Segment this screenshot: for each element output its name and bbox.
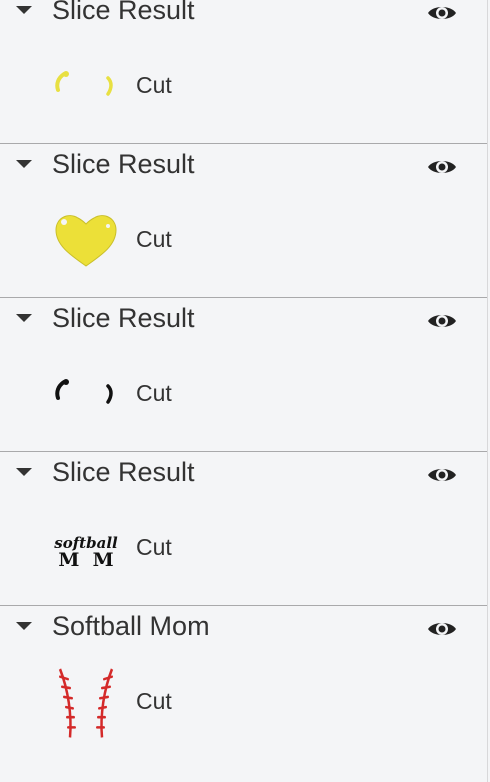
group-title: Softball Mom <box>52 611 210 641</box>
layer-label: Cut <box>136 226 172 252</box>
caret-down-icon[interactable] <box>16 314 32 322</box>
layer-group-2: Slice Result Cut <box>0 144 487 298</box>
layer-row[interactable]: Cut <box>0 210 487 270</box>
layer-label: Cut <box>136 688 172 714</box>
group-title: Slice Result <box>52 0 195 25</box>
layer-row[interactable]: Cut <box>0 668 487 738</box>
group-title: Slice Result <box>52 457 195 487</box>
softball-mom-thumbnail: softball M M <box>54 534 118 571</box>
group-header[interactable]: Slice Result <box>0 298 487 342</box>
layer-label: Cut <box>136 380 172 406</box>
layer-group-1: Slice Result Cut <box>0 0 487 144</box>
yellow-stitches-thumbnail <box>55 71 113 96</box>
group-title: Slice Result <box>52 303 195 333</box>
layers-panel: Slice Result Cut Slice Result Cut Slice … <box>0 0 488 782</box>
layer-label: Cut <box>136 72 172 98</box>
black-stitches-thumbnail <box>55 379 113 404</box>
group-header[interactable]: Slice Result <box>0 0 487 34</box>
group-header[interactable]: Softball Mom <box>0 606 487 650</box>
eye-icon[interactable] <box>427 618 457 640</box>
red-seams-thumbnail <box>58 668 114 738</box>
thumb-text-bottom: M M <box>58 549 113 571</box>
group-header[interactable]: Slice Result <box>0 452 487 496</box>
layer-group-3: Slice Result Cut <box>0 298 487 452</box>
eye-icon[interactable] <box>427 464 457 486</box>
caret-down-icon[interactable] <box>16 622 32 630</box>
layer-label: Cut <box>136 534 172 560</box>
layer-row[interactable]: Cut <box>0 364 487 424</box>
layer-row[interactable]: softball M M Cut <box>0 518 487 578</box>
eye-icon[interactable] <box>427 2 457 24</box>
caret-down-icon[interactable] <box>16 160 32 168</box>
eye-icon[interactable] <box>427 310 457 332</box>
layer-group-4: Slice Result softball M M Cut <box>0 452 487 606</box>
layer-group-5: Softball Mom Cut <box>0 606 487 760</box>
group-header[interactable]: Slice Result <box>0 144 487 188</box>
yellow-heart-thumbnail <box>55 215 117 267</box>
caret-down-icon[interactable] <box>16 6 32 14</box>
caret-down-icon[interactable] <box>16 468 32 476</box>
group-title: Slice Result <box>52 149 195 179</box>
eye-icon[interactable] <box>427 156 457 178</box>
layer-row[interactable]: Cut <box>0 56 487 116</box>
